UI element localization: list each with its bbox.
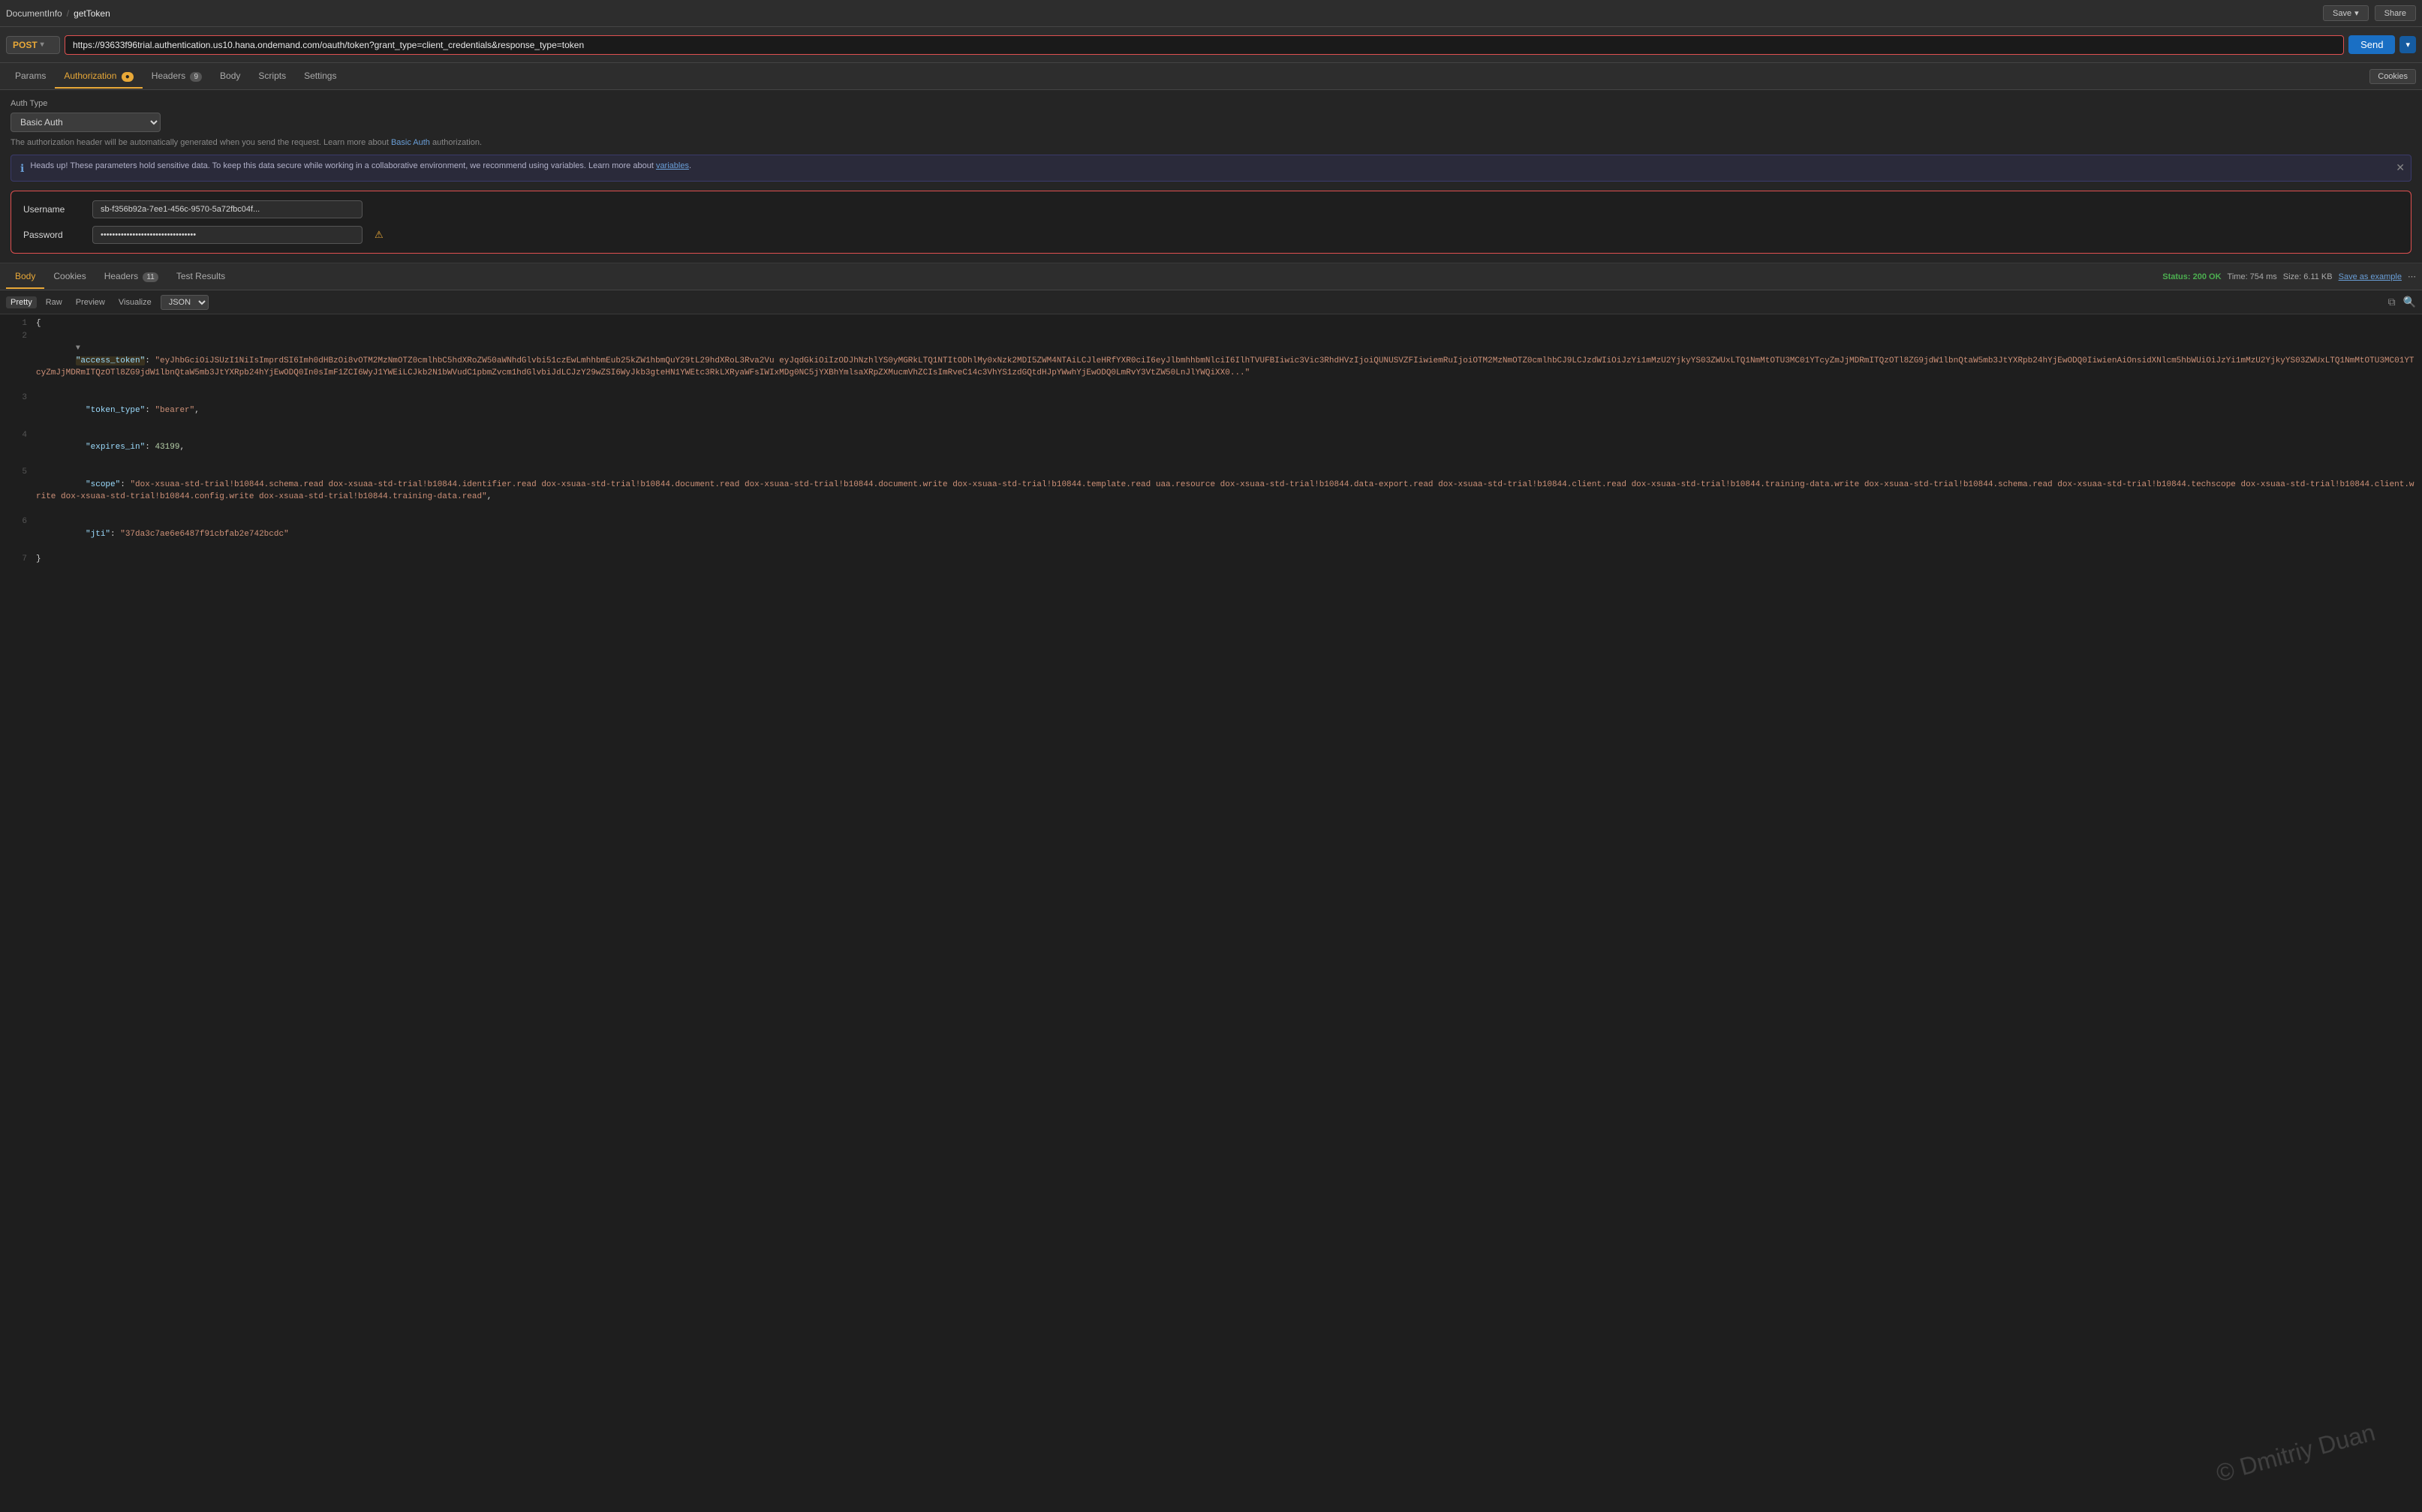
json-line-3: 3 "token_type": "bearer", (0, 392, 2422, 429)
breadcrumb-separator: / (67, 8, 69, 19)
auth-desc-link[interactable]: Basic Auth (391, 138, 430, 147)
save-label: Save (2333, 9, 2351, 18)
send-button[interactable]: Send (2348, 35, 2395, 54)
more-options-icon[interactable]: ⋯ (2408, 272, 2416, 281)
format-pretty-button[interactable]: Pretty (6, 296, 37, 308)
request-tab-row: Params Authorization ● Headers 9 Body Sc… (0, 63, 2422, 90)
format-type-select[interactable]: JSON Text HTML (161, 295, 209, 310)
tab-settings[interactable]: Settings (295, 65, 345, 89)
top-bar-actions: Save ▾ Share (2323, 5, 2416, 21)
auth-panel: Auth Type Basic Auth Bearer Token API Ke… (0, 90, 2422, 263)
info-close-button[interactable]: ✕ (2396, 161, 2405, 174)
method-selector[interactable]: POST ▾ (6, 36, 60, 54)
bottom-area: Body Cookies Headers 11 Test Results Sta… (0, 263, 2422, 1512)
rtab-body[interactable]: Body (6, 265, 44, 289)
credentials-box: Username Password ⚠ (11, 191, 2411, 254)
auth-desc-suffix: authorization. (432, 138, 482, 147)
access-token-key: "access_token" (76, 356, 145, 365)
info-icon: ℹ (20, 162, 24, 175)
response-time: Time: 754 ms (2228, 272, 2277, 281)
format-raw-button[interactable]: Raw (41, 296, 67, 308)
response-status: Status: 200 OK (2162, 272, 2221, 281)
username-input[interactable] (92, 200, 363, 218)
info-banner: ℹ Heads up! These parameters hold sensit… (11, 155, 2411, 182)
auth-desc-text: The authorization header will be automat… (11, 138, 389, 147)
password-row: Password ⚠ (23, 226, 2399, 244)
tab-headers[interactable]: Headers 9 (143, 65, 211, 89)
info-banner-text: Heads up! These parameters hold sensitiv… (30, 161, 691, 170)
password-input[interactable] (92, 226, 363, 244)
tab-authorization[interactable]: Authorization ● (55, 65, 142, 89)
send-dropdown-button[interactable]: ▾ (2399, 36, 2416, 53)
save-example-button[interactable]: Save as example (2339, 272, 2402, 281)
password-label: Password (23, 230, 83, 240)
share-label: Share (2384, 9, 2406, 18)
save-button[interactable]: Save ▾ (2323, 5, 2369, 21)
password-warning-icon: ⚠ (375, 229, 384, 241)
username-label: Username (23, 204, 83, 215)
response-tab-row: Body Cookies Headers 11 Test Results Sta… (0, 263, 2422, 290)
tab-name: getToken (74, 8, 110, 19)
method-value: POST (13, 40, 38, 50)
json-response-body: 1 { 2 ▼ "access_token": "eyJhbGciOiJSUzI… (0, 314, 2422, 1512)
rtab-headers[interactable]: Headers 11 (95, 265, 167, 289)
json-line-5: 5 "scope": "dox-xsuaa-std-trial!b10844.s… (0, 466, 2422, 516)
json-line-4: 4 "expires_in": 43199, (0, 429, 2422, 467)
auth-description: The authorization header will be automat… (11, 138, 2411, 147)
format-visualize-button[interactable]: Visualize (114, 296, 156, 308)
format-preview-button[interactable]: Preview (71, 296, 110, 308)
tab-scripts[interactable]: Scripts (249, 65, 295, 89)
app-name: DocumentInfo (6, 8, 62, 19)
json-line-6: 6 "jti": "37da3c7ae6e6487f91cbfab2e742bc… (0, 516, 2422, 553)
auth-type-label: Auth Type (11, 99, 2411, 108)
breadcrumb: DocumentInfo / getToken (6, 8, 110, 19)
save-dropdown-icon[interactable]: ▾ (2354, 8, 2359, 18)
url-bar: POST ▾ Send ▾ (0, 27, 2422, 63)
method-dropdown-icon: ▾ (41, 41, 44, 49)
copy-icon[interactable]: ⧉ (2388, 296, 2396, 308)
rtab-test-results[interactable]: Test Results (167, 265, 234, 289)
username-row: Username (23, 200, 2399, 218)
auth-type-select[interactable]: Basic Auth Bearer Token API Key No Auth (11, 113, 161, 132)
expand-icon[interactable]: ▼ (76, 344, 80, 353)
tab-body[interactable]: Body (211, 65, 249, 89)
json-line-1: 1 { (0, 317, 2422, 330)
rtab-cookies[interactable]: Cookies (44, 265, 95, 289)
send-label: Send (2360, 39, 2383, 50)
cookies-button[interactable]: Cookies (2369, 69, 2416, 84)
response-meta: Status: 200 OK Time: 754 ms Size: 6.11 K… (2162, 272, 2416, 281)
json-line-7: 7 } (0, 553, 2422, 566)
response-size: Size: 6.11 KB (2283, 272, 2333, 281)
format-row: Pretty Raw Preview Visualize JSON Text H… (0, 290, 2422, 314)
tab-params[interactable]: Params (6, 65, 55, 89)
share-button[interactable]: Share (2375, 5, 2416, 21)
info-link[interactable]: variables (656, 161, 689, 170)
top-bar: DocumentInfo / getToken Save ▾ Share (0, 0, 2422, 27)
json-line-2: 2 ▼ "access_token": "eyJhbGciOiJSUzI1NiI… (0, 330, 2422, 392)
url-input[interactable] (65, 35, 2344, 55)
search-response-icon[interactable]: 🔍 (2403, 296, 2416, 308)
